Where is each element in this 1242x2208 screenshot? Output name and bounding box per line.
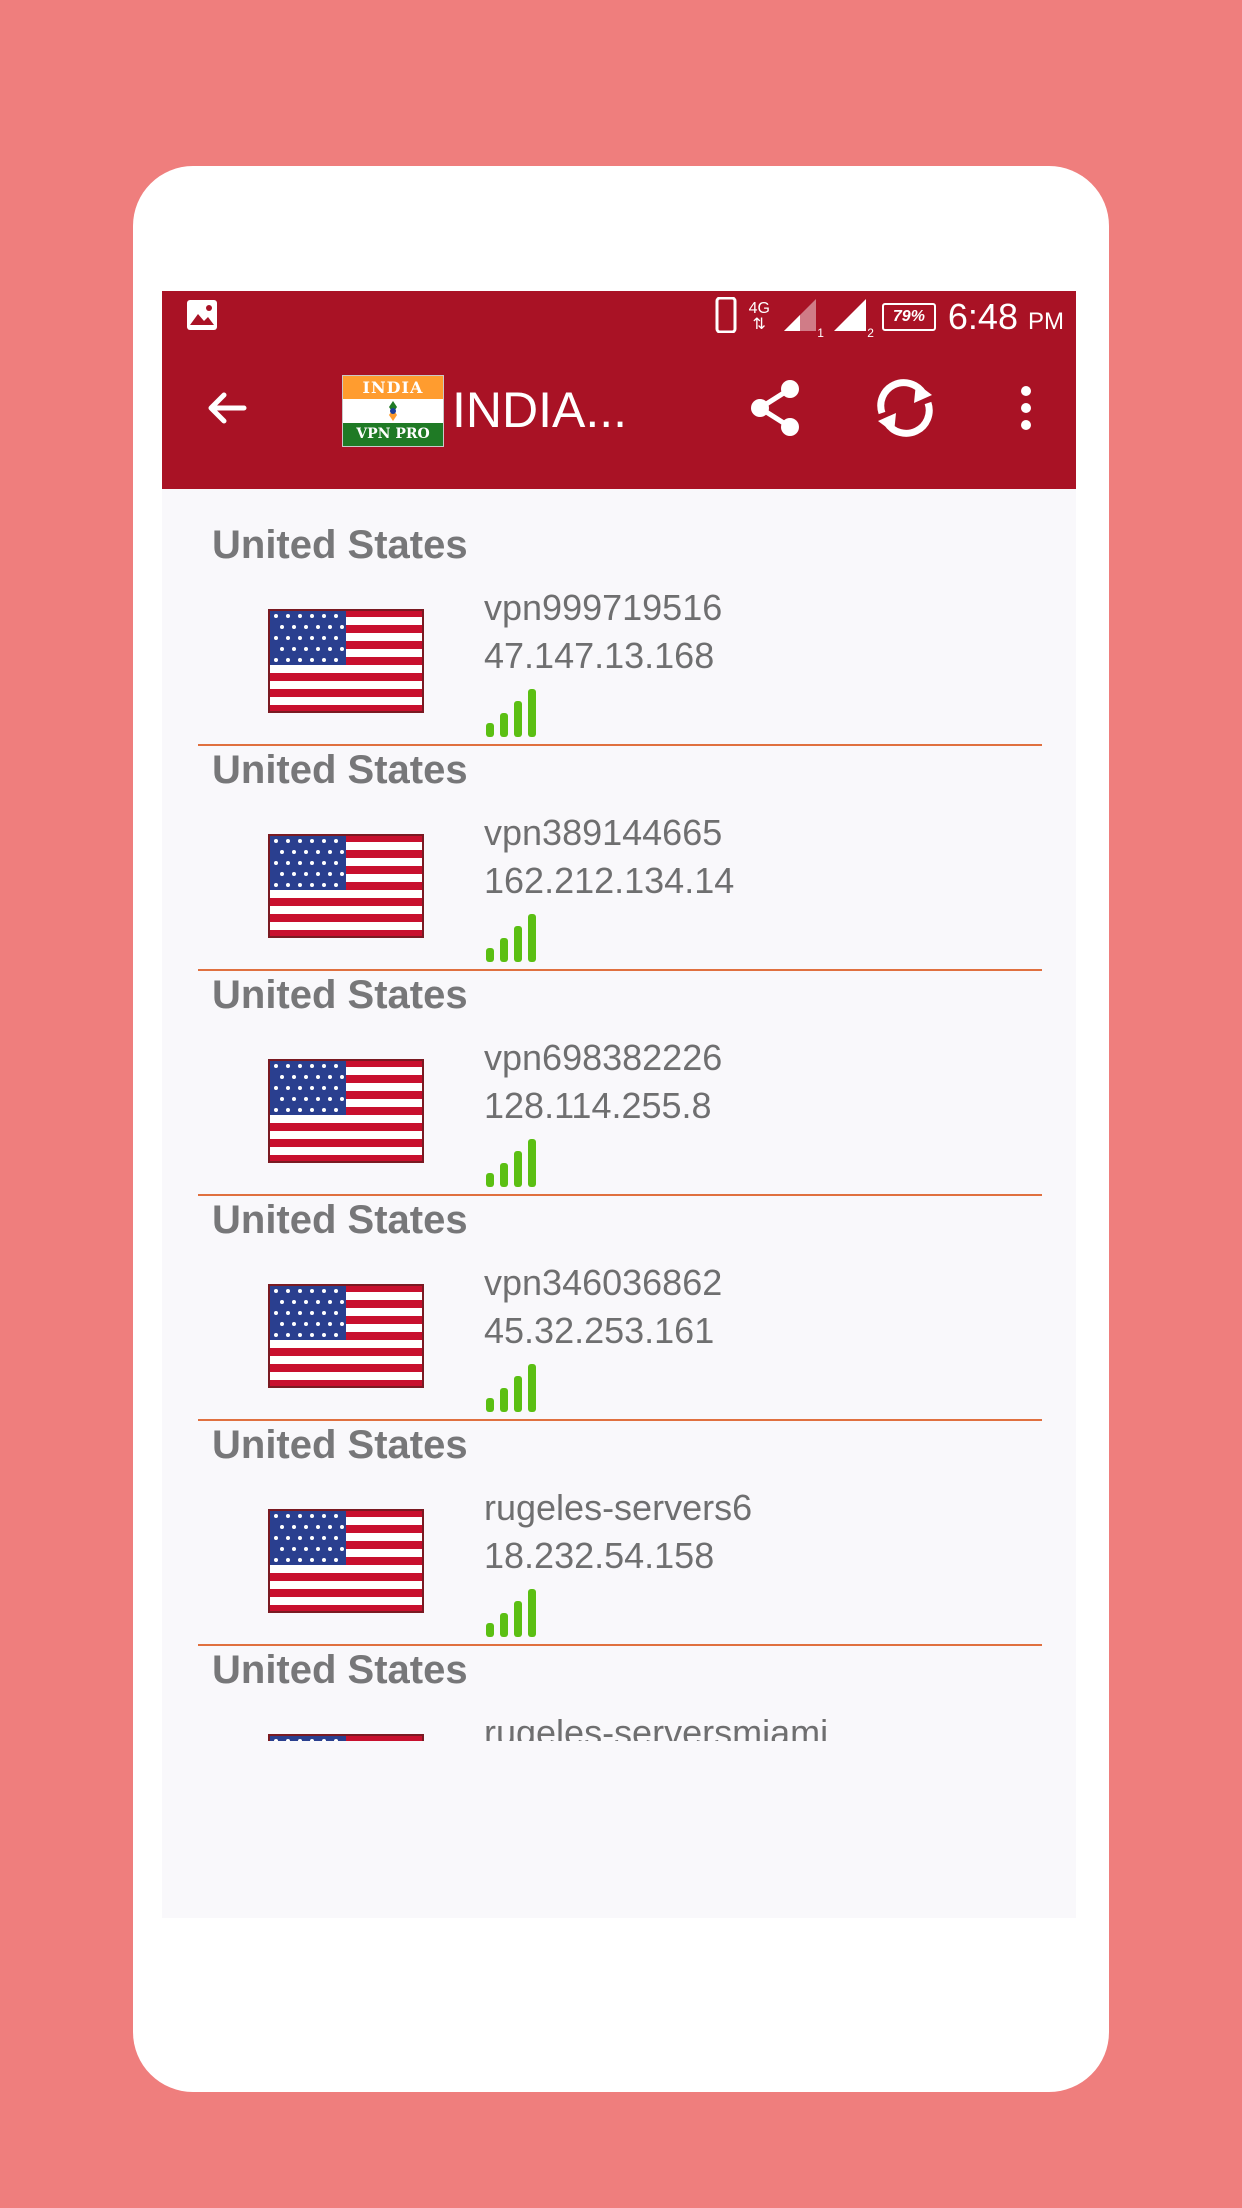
phone-vibrate-icon: [715, 296, 737, 338]
server-name: rugeles-serversmiami: [484, 1712, 829, 1741]
logo-emblem-icon: [343, 399, 443, 423]
server-list[interactable]: United States vpn999719516 47.147.13.168…: [198, 521, 1042, 1741]
signal-bar: [514, 1151, 522, 1187]
sim2-label: 2: [867, 325, 874, 340]
signal-bar: [486, 1398, 494, 1412]
signal-bar: [528, 1589, 536, 1637]
list-item[interactable]: United States vpn999719516 47.147.13.168: [198, 521, 1042, 746]
signal-bar: [514, 701, 522, 737]
signal-bar: [486, 1173, 494, 1187]
country-name: United States: [212, 748, 468, 792]
signal-strength-icon: [486, 914, 536, 962]
country-name: United States: [212, 973, 468, 1017]
signal-bar: [528, 1139, 536, 1187]
signal-bar: [486, 948, 494, 962]
us-flag-icon: [268, 1734, 424, 1741]
signal-bar: [486, 723, 494, 737]
back-arrow-icon[interactable]: [202, 383, 252, 438]
list-item[interactable]: United States vpn698382226 128.114.255.8: [198, 971, 1042, 1196]
app-screen: 4G ⇅ 1 2 79% 6:48 PM INDIA VPN PRO INDIA…: [162, 291, 1076, 1918]
list-item[interactable]: United States rugeles-servers6 18.232.54…: [198, 1421, 1042, 1646]
signal-bar: [514, 1601, 522, 1637]
refresh-icon[interactable]: [868, 377, 942, 444]
server-ip: 128.114.255.8: [484, 1085, 712, 1126]
server-ip: 45.32.253.161: [484, 1310, 715, 1351]
status-bar: 4G ⇅ 1 2 79% 6:48 PM: [162, 291, 1076, 341]
signal-bar: [500, 1613, 508, 1637]
list-item[interactable]: United States vpn346036862 45.32.253.161: [198, 1196, 1042, 1421]
signal-strength-icon: [486, 1139, 536, 1187]
signal-bar: [528, 689, 536, 737]
gallery-notification-icon: [186, 299, 218, 336]
share-icon[interactable]: [748, 377, 804, 444]
country-name: United States: [212, 1198, 468, 1242]
server-ip: 18.232.54.158: [484, 1535, 715, 1576]
server-ip: 47.147.13.168: [484, 635, 715, 676]
server-name: vpn346036862: [484, 1262, 723, 1303]
signal-sim2-icon: 2: [832, 297, 874, 340]
sim1-label: 1: [817, 325, 824, 340]
signal-strength-icon: [486, 1364, 536, 1412]
us-flag-icon: [268, 1509, 424, 1613]
signal-bar: [486, 1623, 494, 1637]
signal-bar: [500, 1163, 508, 1187]
server-name: vpn999719516: [484, 587, 723, 628]
signal-bar: [500, 713, 508, 737]
country-name: United States: [212, 523, 468, 567]
signal-bar: [514, 1376, 522, 1412]
network-type-label: 4G: [748, 300, 770, 317]
network-indicator: 4G ⇅: [749, 301, 770, 333]
server-name: vpn389144665: [484, 812, 723, 853]
battery-icon: 79%: [881, 303, 936, 331]
us-flag-icon: [268, 1059, 424, 1163]
clock-time: 6:48: [947, 296, 1018, 337]
signal-bar: [514, 926, 522, 962]
country-name: United States: [212, 1423, 468, 1467]
app-logo: INDIA VPN PRO: [342, 375, 444, 447]
list-item[interactable]: United States vpn389144665 162.212.134.1…: [198, 746, 1042, 971]
more-options-icon[interactable]: [1016, 377, 1036, 444]
logo-bottom-text: VPN PRO: [343, 422, 443, 446]
country-name: United States: [212, 1648, 468, 1692]
signal-strength-icon: [486, 1589, 536, 1637]
logo-top-text: INDIA: [343, 376, 443, 400]
server-ip: 162.212.134.14: [484, 860, 735, 901]
signal-bar: [500, 938, 508, 962]
us-flag-icon: [268, 834, 424, 938]
battery-level: 79%: [892, 308, 925, 325]
signal-bar: [528, 1364, 536, 1412]
server-name: rugeles-servers6: [484, 1487, 753, 1528]
signal-sim1-icon: 1: [782, 297, 824, 340]
signal-bar: [500, 1388, 508, 1412]
signal-bar: [528, 914, 536, 962]
list-item[interactable]: United States rugeles-serversmiami: [198, 1646, 1042, 1741]
clock-ampm: PM: [1028, 308, 1064, 335]
server-name: vpn698382226: [484, 1037, 723, 1078]
us-flag-icon: [268, 609, 424, 713]
data-arrows-icon: ⇅: [752, 316, 766, 333]
app-toolbar: INDIA VPN PRO INDIA...: [162, 341, 1076, 489]
signal-strength-icon: [486, 689, 536, 737]
app-title: INDIA...: [452, 382, 628, 438]
clock: 6:48 PM: [948, 296, 1064, 338]
us-flag-icon: [268, 1284, 424, 1388]
